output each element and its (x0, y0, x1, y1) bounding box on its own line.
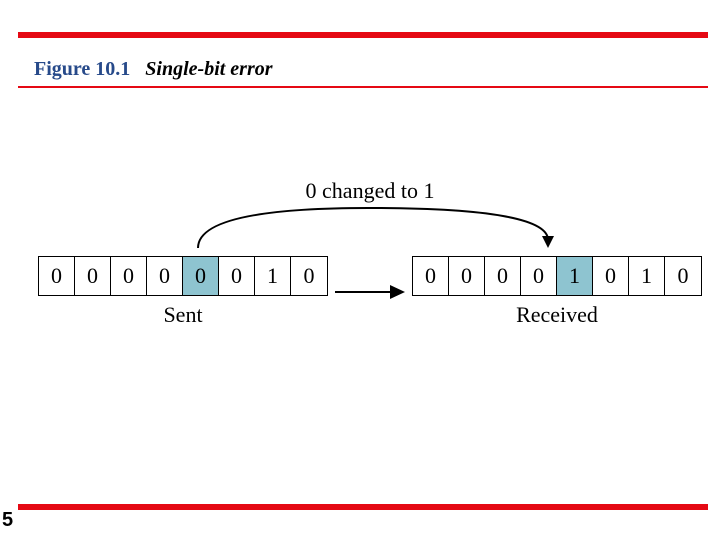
sent-bit-7: 0 (291, 257, 327, 295)
change-annotation: 0 changed to 1 (38, 178, 702, 204)
title-underline (18, 86, 708, 88)
figure-caption: Single-bit error (145, 58, 272, 80)
received-bit-2: 0 (485, 257, 521, 295)
sent-column: 00000010 Sent (38, 256, 328, 328)
received-bit-3: 0 (521, 257, 557, 295)
sent-bit-0: 0 (39, 257, 75, 295)
received-bit-5: 0 (593, 257, 629, 295)
sent-bit-2: 0 (111, 257, 147, 295)
figure-label: Figure 10.1 (34, 58, 130, 80)
received-label: Received (516, 302, 598, 328)
bottom-rule (18, 504, 708, 510)
curve-arrow (38, 198, 698, 258)
transfer-arrow-icon (330, 273, 410, 311)
sent-bit-4: 0 (183, 257, 219, 295)
sent-byte: 00000010 (38, 256, 328, 296)
top-rule (18, 32, 708, 38)
received-bit-1: 0 (449, 257, 485, 295)
received-bit-0: 0 (413, 257, 449, 295)
diagram: 0 changed to 1 00000010 Sent 00001010 Re… (38, 208, 702, 328)
sent-bit-6: 1 (255, 257, 291, 295)
received-bit-6: 1 (629, 257, 665, 295)
sent-bit-1: 0 (75, 257, 111, 295)
sent-bit-3: 0 (147, 257, 183, 295)
figure-title: Figure 10.1 Single-bit error (34, 58, 273, 81)
sent-label: Sent (163, 302, 202, 328)
sent-bit-5: 0 (219, 257, 255, 295)
received-bit-7: 0 (665, 257, 701, 295)
byte-row: 00000010 Sent 00001010 Received (38, 256, 702, 328)
received-column: 00001010 Received (412, 256, 702, 328)
received-bit-4: 1 (557, 257, 593, 295)
page-number: 5 (2, 509, 13, 532)
received-byte: 00001010 (412, 256, 702, 296)
